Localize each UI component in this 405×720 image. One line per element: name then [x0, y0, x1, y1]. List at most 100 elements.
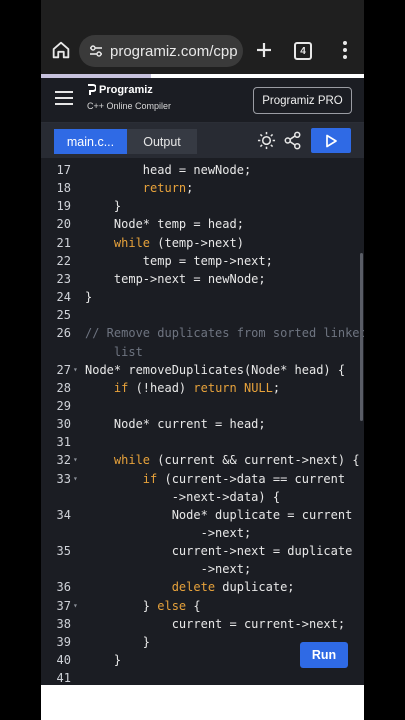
tab-output[interactable]: Output: [127, 129, 197, 154]
code-line-wrap[interactable]: ->next;: [41, 560, 364, 578]
line-number: 36: [56, 580, 71, 595]
code-text: } else {: [85, 597, 201, 615]
programiz-pro-button[interactable]: Programiz PRO: [253, 87, 352, 114]
code-keyword: return: [142, 181, 187, 196]
logo-subtitle: C++ Online Compiler: [87, 101, 172, 111]
line-number: 27: [56, 362, 71, 377]
code-line[interactable]: 36 delete duplicate;: [41, 578, 364, 596]
code-text: Node* duplicate = current: [85, 506, 353, 524]
new-tab-icon[interactable]: [252, 38, 276, 62]
code-text: }: [85, 651, 121, 669]
run-button[interactable]: Run: [300, 642, 348, 668]
code-token: (!head): [128, 380, 194, 395]
code-token: Node* removeDuplicates(Node* head) {: [85, 362, 346, 377]
code-text: if (!head) return NULL;: [85, 379, 280, 397]
code-text: current->next = duplicate: [85, 542, 353, 560]
tab-main-file[interactable]: main.c...: [54, 129, 127, 154]
line-number: 17: [56, 163, 71, 177]
code-line-wrap[interactable]: ->next;: [41, 524, 364, 542]
code-line[interactable]: 25: [41, 306, 364, 324]
home-icon[interactable]: [49, 38, 73, 62]
code-line[interactable]: 28 if (!head) return NULL;: [41, 379, 364, 397]
code-text: ->next;: [85, 560, 252, 578]
code-text: while (temp->next): [85, 234, 244, 252]
programiz-logo[interactable]: Programiz C++ Online Compiler: [87, 84, 171, 111]
code-line[interactable]: 34 Node* duplicate = current: [41, 506, 364, 524]
code-token: Node* current = head;: [85, 417, 266, 432]
code-line[interactable]: 37 ▾ } else {: [41, 597, 364, 615]
code-line[interactable]: 20 Node* temp = head;: [41, 215, 364, 233]
code-line[interactable]: 32 ▾ while (current && current->next) {: [41, 451, 364, 469]
code-line[interactable]: 18 return;: [41, 179, 364, 197]
code-token: }: [85, 653, 122, 668]
code-line[interactable]: 17 head = newNode;: [41, 161, 364, 179]
url-bar[interactable]: programiz.com/cpp-p: [79, 35, 243, 67]
code-comment: // Remove duplicates from sorted linked: [85, 326, 364, 341]
line-number: 30: [56, 417, 71, 432]
fold-arrow-icon[interactable]: ▾: [73, 597, 78, 615]
code-token: {: [186, 598, 201, 613]
code-token: ->next->data) {: [85, 489, 281, 504]
editor-scrollbar[interactable]: [360, 253, 363, 421]
share-icon[interactable]: [283, 131, 302, 150]
fold-arrow-icon[interactable]: ▾: [73, 470, 78, 488]
code-line[interactable]: 22 temp = temp->next;: [41, 252, 364, 270]
code-line[interactable]: 19 }: [41, 197, 364, 215]
code-line-wrap[interactable]: ->next->data) {: [41, 488, 364, 506]
code-text: list: [85, 343, 143, 361]
code-text: delete duplicate;: [85, 578, 295, 596]
line-number: 37: [56, 598, 71, 613]
code-token: temp->next = newNode;: [85, 271, 266, 286]
code-text: while (current && current->next) {: [85, 451, 360, 469]
site-settings-icon[interactable]: [88, 43, 104, 59]
line-number: 20: [56, 217, 71, 232]
code-token: ->next;: [85, 562, 252, 577]
line-number: 41: [56, 671, 71, 685]
run-code-button[interactable]: [311, 128, 351, 153]
code-token: ->next;: [85, 526, 252, 540]
more-options-icon[interactable]: [335, 38, 355, 62]
line-number: 31: [56, 435, 71, 450]
code-token: }: [85, 598, 158, 613]
code-line[interactable]: 21 while (temp->next): [41, 234, 364, 252]
tab-switcher-button[interactable]: 4: [294, 42, 312, 60]
line-number: 33: [56, 471, 71, 486]
code-line[interactable]: 29: [41, 397, 364, 415]
code-line[interactable]: 35 current->next = duplicate: [41, 542, 364, 560]
code-line[interactable]: 38 current = current->next;: [41, 615, 364, 633]
code-comment: list: [85, 344, 143, 359]
url-text[interactable]: programiz.com/cpp-p: [110, 43, 238, 60]
fold-arrow-icon[interactable]: ▾: [73, 451, 78, 469]
code-keyword: if: [142, 471, 158, 486]
code-text: Node* removeDuplicates(Node* head) {: [85, 361, 345, 379]
code-line[interactable]: 33 ▾ if (current->data == current: [41, 470, 364, 488]
code-line[interactable]: 30 Node* current = head;: [41, 415, 364, 433]
code-line-wrap[interactable]: list: [41, 343, 364, 361]
code-text: temp->next = newNode;: [85, 270, 266, 288]
code-editor[interactable]: 17 head = newNode; 18 return; 19 } 20 Node*…: [41, 160, 364, 685]
code-token: }: [85, 199, 122, 214]
code-token: }: [85, 290, 93, 305]
code-line[interactable]: 24}: [41, 288, 364, 306]
code-line[interactable]: 27 ▾ Node* removeDuplicates(Node* head) {: [41, 361, 364, 379]
code-text: // Remove duplicates from sorted linked: [85, 324, 364, 342]
line-number: 21: [56, 235, 71, 250]
code-line[interactable]: 31: [41, 433, 364, 451]
code-text: ->next->data) {: [85, 488, 280, 506]
code-line[interactable]: 23 temp->next = newNode;: [41, 270, 364, 288]
code-line[interactable]: 41: [41, 669, 364, 685]
code-token: }: [85, 634, 151, 649]
theme-toggle-icon[interactable]: [257, 131, 276, 150]
code-token: ;: [272, 380, 281, 395]
line-number: 25: [56, 308, 71, 323]
code-token: head = newNode;: [85, 163, 252, 177]
code-keyword: else: [157, 598, 187, 613]
fold-arrow-icon[interactable]: ▾: [73, 361, 78, 379]
code-line[interactable]: 26 // Remove duplicates from sorted linke…: [41, 324, 364, 342]
menu-icon[interactable]: [55, 91, 73, 105]
code-text: return;: [85, 179, 194, 197]
editor-toolbar: main.c... Output: [41, 123, 364, 158]
